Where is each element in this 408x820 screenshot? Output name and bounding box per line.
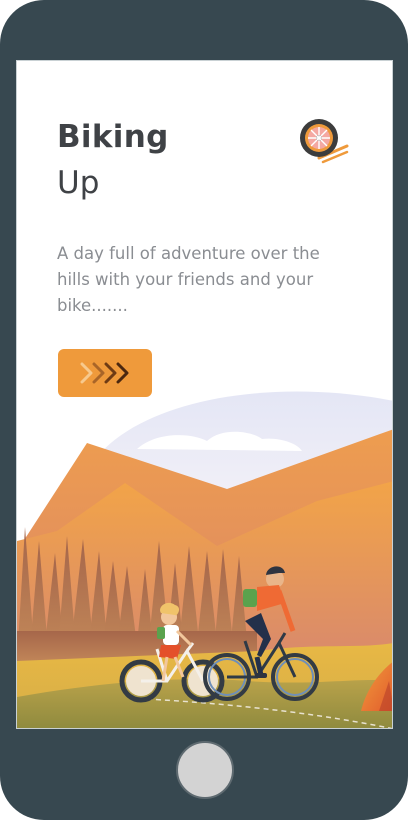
bike-wheel-logo-icon [300,119,349,164]
app-screen: Biking Up A day full of adventure over t… [16,60,393,729]
app-subtitle: Up [57,165,100,201]
app-title: Biking [57,119,169,155]
phone-frame: Biking Up A day full of adventure over t… [0,0,408,820]
home-button[interactable] [176,741,234,799]
app-description: A day full of adventure over the hills w… [57,244,320,315]
biking-landscape-illustration [17,391,392,728]
